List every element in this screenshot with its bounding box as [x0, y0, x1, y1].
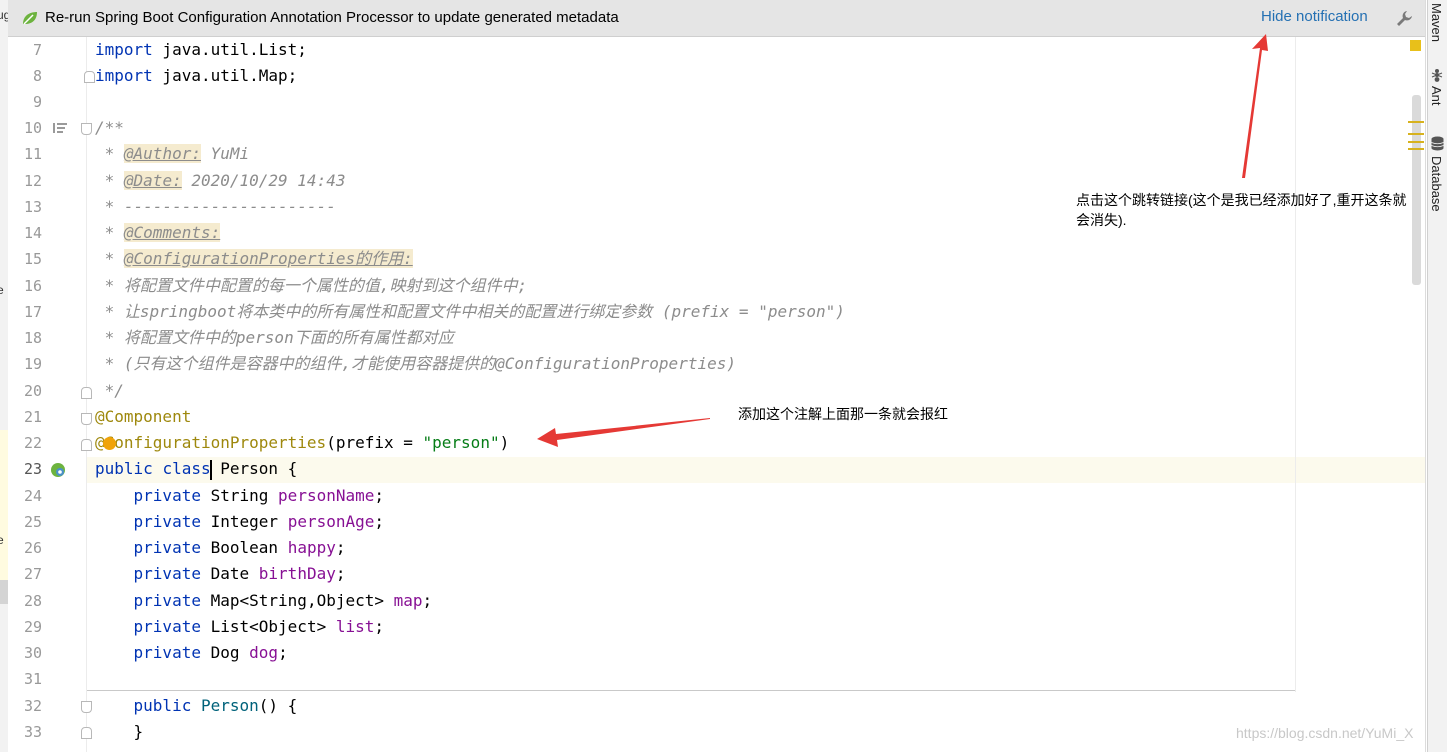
line-number: 11 — [23, 145, 42, 163]
line-number: 14 — [23, 224, 42, 242]
editor-edge — [1425, 0, 1426, 752]
code-line: * @ConfigurationProperties的作用: — [95, 249, 413, 268]
notification-message: Re-run Spring Boot Configuration Annotat… — [45, 9, 619, 26]
code-line: private Date birthDay; — [133, 564, 346, 583]
code-line: private Boolean happy; — [133, 538, 346, 557]
right-margin-guide — [1295, 37, 1296, 692]
scrollbar-thumb[interactable] — [1412, 95, 1421, 285]
line-number: 13 — [23, 198, 42, 216]
line-number: 24 — [23, 487, 42, 505]
scroll-marker[interactable] — [1408, 133, 1424, 135]
left-stub-text: e — [0, 283, 4, 297]
scroll-marker[interactable] — [1408, 141, 1424, 143]
line-number: 32 — [23, 697, 42, 715]
line-number: 26 — [23, 539, 42, 557]
spring-leaf-icon — [23, 12, 37, 25]
left-panel-edge — [0, 0, 8, 752]
line-number: 30 — [23, 644, 42, 662]
code-line: * @Author: YuMi — [95, 144, 250, 163]
code-line: * @Comments: — [95, 223, 221, 242]
scroll-marker[interactable] — [1408, 148, 1424, 150]
code-line: private List<Object> list; — [133, 617, 385, 636]
line-number: 20 — [23, 382, 42, 400]
line-number: 9 — [32, 93, 42, 111]
code-line: /** — [95, 118, 124, 137]
code-line: * 让springboot将本类中的所有属性和配置文件中相关的配置进行绑定参数 … — [95, 302, 845, 321]
line-number: 31 — [23, 670, 42, 688]
line-number: 25 — [23, 513, 42, 531]
method-separator — [87, 690, 1295, 691]
right-tool-strip — [1427, 0, 1447, 752]
code-line: */ — [95, 381, 124, 400]
code-line: * ---------------------- — [95, 197, 336, 216]
line-number: 33 — [23, 723, 42, 741]
line-number: 15 — [23, 250, 42, 268]
line-number: 18 — [23, 329, 42, 347]
warning-marker-icon[interactable] — [1410, 40, 1421, 51]
doc-render-icon[interactable] — [53, 122, 67, 134]
hide-link-note: 点击这个跳转链接(这个是我已经添加好了,重开这条就 会消失). — [1076, 192, 1407, 228]
code-editor[interactable]: import java.util.List; import java.util.… — [87, 37, 1425, 752]
intention-bulb-icon[interactable] — [103, 437, 116, 450]
tool-window-maven[interactable]: Maven — [1429, 3, 1444, 42]
code-line: } — [133, 722, 144, 741]
line-number: 28 — [23, 592, 42, 610]
code-line: public class Person { — [95, 459, 298, 480]
code-line: import java.util.Map; — [95, 66, 298, 85]
tool-window-database[interactable]: Database — [1429, 156, 1444, 212]
line-number: 7 — [32, 41, 42, 59]
line-number: 21 — [23, 408, 42, 426]
left-panel-highlight — [0, 430, 8, 580]
code-line: @ConfigurationProperties(prefix = "perso… — [95, 433, 510, 452]
line-number: 22 — [23, 434, 42, 452]
code-line: import java.util.List; — [95, 40, 307, 59]
code-line: @Component — [95, 407, 192, 426]
line-number: 23 — [23, 460, 42, 478]
line-number: 29 — [23, 618, 42, 636]
ant-icon — [1431, 69, 1443, 82]
code-line: private Map<String,Object> map; — [133, 591, 433, 610]
watermark: https://blog.csdn.net/YuMi_X — [1236, 725, 1414, 741]
line-number: 17 — [23, 303, 42, 321]
tool-window-ant[interactable]: Ant — [1429, 86, 1444, 106]
code-line: private Dog dog; — [133, 643, 288, 662]
left-stub-text: e — [0, 533, 4, 547]
line-number: 16 — [23, 277, 42, 295]
annotation-note: 添加这个注解上面那一条就会报红 — [738, 406, 948, 422]
code-line: private String personName; — [133, 486, 385, 505]
database-icon — [1431, 136, 1444, 151]
code-line: * 将配置文件中的person下面的所有属性都对应 — [95, 328, 454, 347]
line-number: 8 — [32, 67, 42, 85]
left-panel-selection — [0, 580, 8, 604]
line-number: 27 — [23, 565, 42, 583]
code-line: public Person() { — [133, 696, 298, 715]
hide-notification-link[interactable]: Hide notification — [1261, 8, 1368, 25]
line-number: 19 — [23, 355, 42, 373]
spring-bean-icon[interactable] — [50, 462, 66, 478]
wrench-icon[interactable] — [1396, 10, 1413, 27]
code-line: * @Date: 2020/10/29 14:43 — [95, 171, 346, 190]
line-number: 10 — [23, 119, 42, 137]
code-line: private Integer personAge; — [133, 512, 385, 531]
scroll-marker[interactable] — [1408, 121, 1424, 123]
code-line: * (只有这个组件是容器中的组件,才能使用容器提供的@Configuration… — [95, 354, 736, 373]
line-number: 12 — [23, 172, 42, 190]
code-line: * 将配置文件中配置的每一个属性的值,映射到这个组件中; — [95, 276, 528, 295]
notification-bar: Re-run Spring Boot Configuration Annotat… — [8, 0, 1425, 37]
